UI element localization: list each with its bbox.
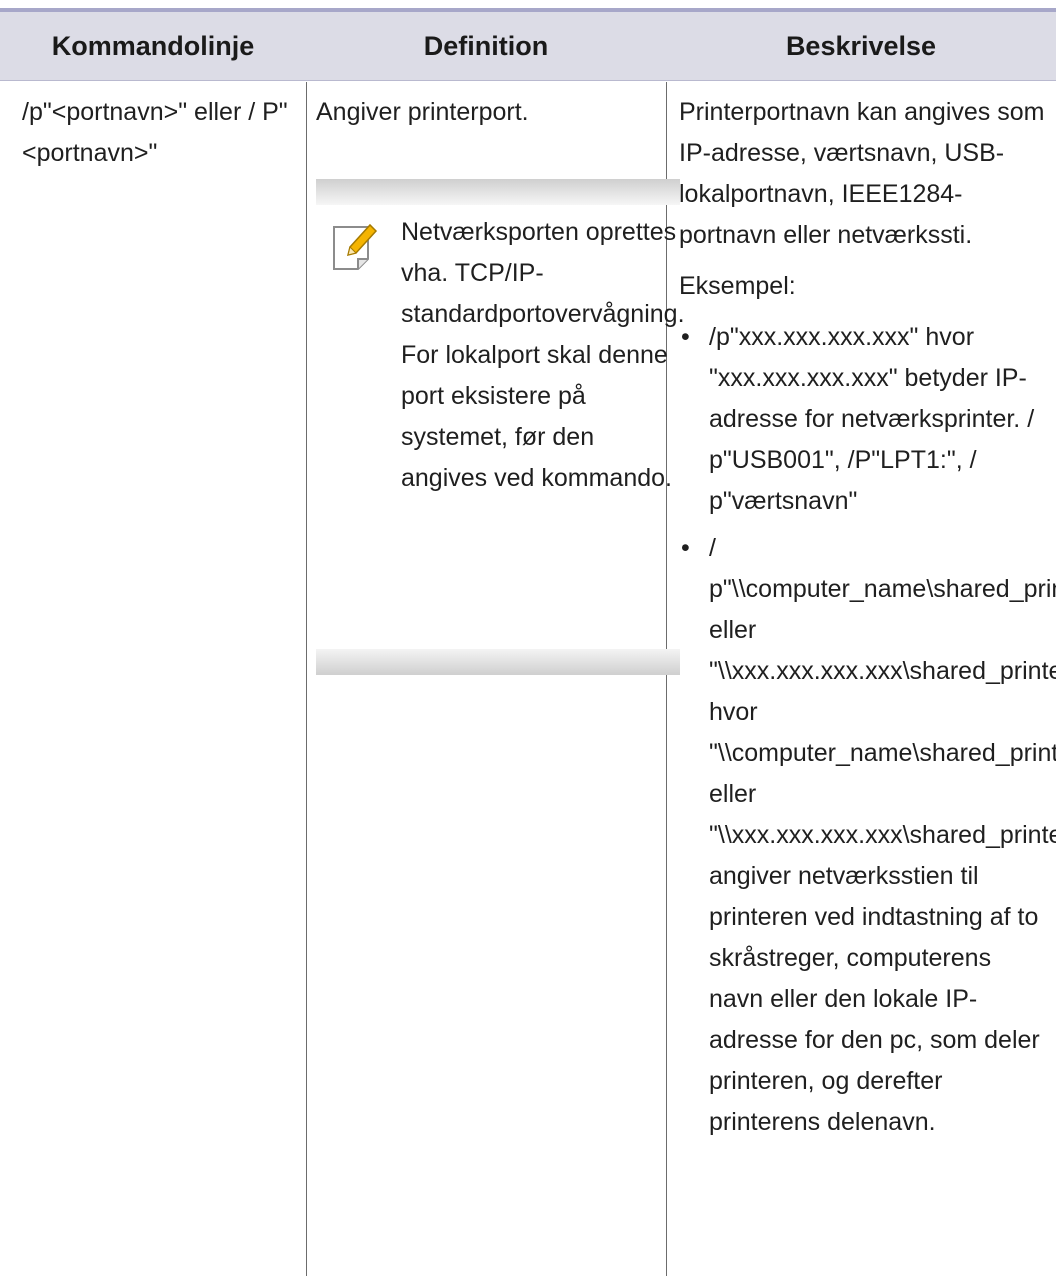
- header-command: Kommandolinje: [51, 31, 255, 61]
- table-header-row: Kommandolinje Definition Beskrivelse: [0, 12, 1056, 81]
- example-item: • /p"xxx.xxx.xxx.xxx" hvor "xxx.xxx.xxx.…: [679, 317, 1051, 522]
- note-top-bar: [316, 179, 680, 205]
- header-definition: Definition: [423, 31, 549, 61]
- example-item: • / p"\\computer_name\shared_printer" el…: [679, 528, 1056, 1143]
- command-cell: /p"<portnavn>" eller / P"<portnavn>": [22, 98, 288, 167]
- note-text: Netværksporten oprettes vha. TCP/IP-stan…: [401, 218, 685, 492]
- example-list: • /p"xxx.xxx.xxx.xxx" hvor "xxx.xxx.xxx.…: [679, 317, 1056, 1143]
- bullet-icon: •: [681, 323, 690, 351]
- description-cell: Printerportnavn kan angives som IP-adres…: [679, 92, 1056, 1149]
- note-pencil-icon: [333, 223, 378, 270]
- example-text: / p"\\computer_name\shared_printer" elle…: [709, 534, 1056, 1136]
- definition-cell: Angiver printerport.: [316, 98, 529, 126]
- note-bottom-bar: [316, 649, 680, 675]
- note-box: Netværksporten oprettes vha. TCP/IP-stan…: [316, 179, 685, 675]
- header-description: Beskrivelse: [785, 31, 937, 61]
- example-text: /p"xxx.xxx.xxx.xxx" hvor "xxx.xxx.xxx.xx…: [709, 323, 1035, 515]
- description-text: Printerportnavn kan angives som IP-adres…: [679, 98, 1045, 249]
- bullet-icon: •: [681, 534, 690, 562]
- column-divider-1: [306, 82, 307, 1276]
- example-label: Eksempel:: [679, 272, 796, 300]
